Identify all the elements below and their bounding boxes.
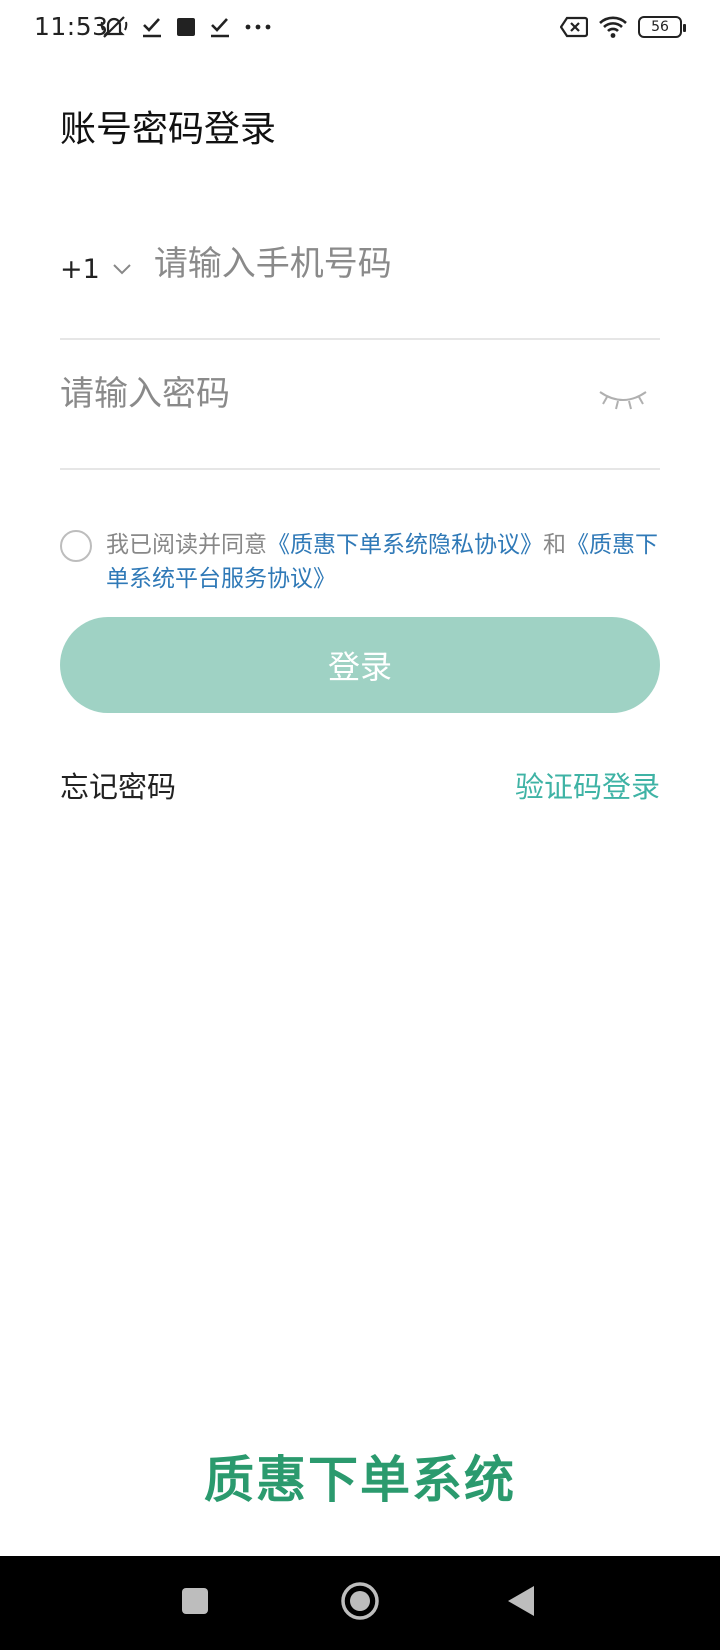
login-button[interactable]: 登录	[60, 617, 660, 713]
agreement: 我已阅读并同意《质惠下单系统隐私协议》和《质惠下单系统平台服务协议》	[60, 528, 670, 596]
home-circle-icon[interactable]	[340, 1581, 380, 1625]
agreement-text: 我已阅读并同意《质惠下单系统隐私协议》和《质惠下单系统平台服务协议》	[106, 528, 670, 596]
password-row	[60, 370, 660, 470]
wifi-icon	[598, 15, 628, 39]
recents-square-icon[interactable]	[180, 1586, 210, 1620]
mute-icon	[100, 14, 128, 40]
navigation-bar	[0, 1556, 720, 1650]
phone-input[interactable]	[153, 244, 604, 284]
square-icon	[176, 17, 196, 37]
page-title: 账号密码登录	[60, 109, 277, 150]
brand-name: 质惠下单系统	[204, 1451, 516, 1509]
status-time: 11:53	[34, 12, 109, 41]
battery-level: 56	[651, 19, 669, 35]
back-triangle-icon[interactable]	[506, 1584, 536, 1622]
agreement-joiner: 和	[543, 532, 566, 558]
country-code-selector[interactable]: +1	[60, 254, 132, 285]
agreement-checkbox[interactable]	[60, 530, 92, 562]
status-right-icons: 56	[560, 12, 686, 42]
code-login-link[interactable]: 验证码登录	[515, 764, 660, 806]
phone-row: +1	[60, 240, 660, 340]
check-icon	[142, 16, 162, 38]
battery-icon: 56	[638, 16, 686, 38]
no-sim-icon	[560, 16, 588, 38]
chevron-down-icon	[112, 260, 132, 279]
more-dots-icon	[244, 23, 272, 31]
status-left-icons	[100, 12, 272, 42]
country-code-label: +1	[60, 254, 100, 285]
agreement-prefix: 我已阅读并同意	[106, 532, 267, 558]
forgot-password-link[interactable]: 忘记密码	[60, 764, 176, 806]
password-input[interactable]	[60, 374, 540, 414]
check-icon	[210, 16, 230, 38]
eye-closed-icon[interactable]	[598, 388, 648, 416]
status-bar: 11:53 56	[0, 0, 720, 56]
privacy-agreement-link[interactable]: 《质惠下单系统隐私协议》	[267, 532, 543, 558]
